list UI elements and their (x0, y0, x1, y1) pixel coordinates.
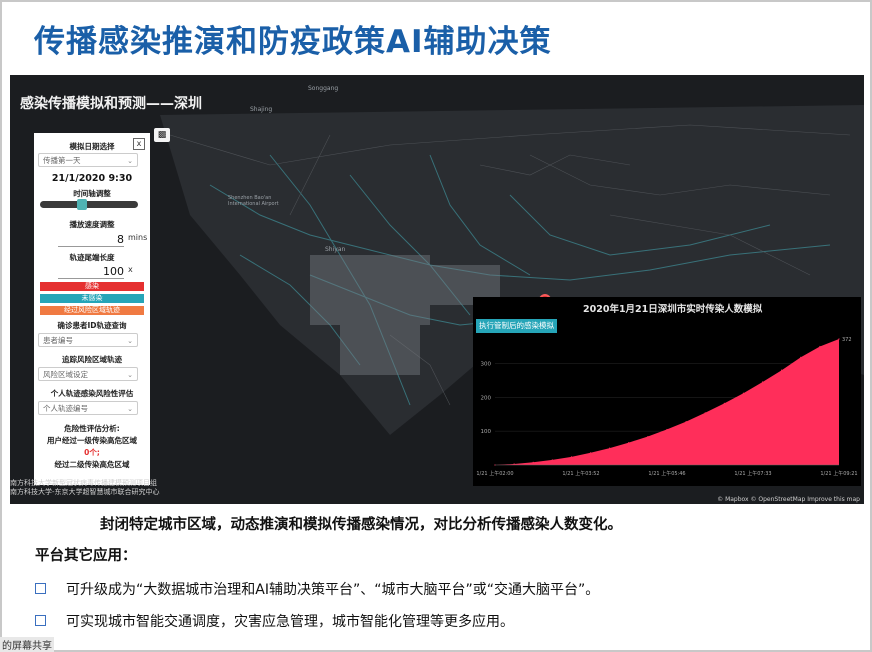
camera-icon[interactable]: ▩ (154, 128, 170, 142)
map-title: 感染传播模拟和预测——深圳 (20, 96, 202, 112)
trail-input-row: 100 x (34, 265, 150, 279)
map-view[interactable]: Shajing Songgang Shiyan Shenzhen Bao'an … (10, 75, 864, 504)
credit-line: 南方科技大学新型冠状病毒传播建模预测项目组 (10, 479, 157, 487)
trail-length-input[interactable]: 100 (58, 265, 124, 279)
presentation-slide: 传播感染推演和防疫政策AI辅助决策 Shajing Songgang Shiya… (0, 0, 872, 652)
y-tick-label: 300 (481, 361, 492, 367)
time-axis-slider[interactable] (40, 199, 138, 210)
patient-id-placeholder: 患者编号 (43, 336, 73, 345)
date-select-value: 传播第一天 (43, 156, 81, 165)
bullet-text: 可实现城市智能交通调度，灾害应急管理，城市智能化管理等更多应用。 (66, 614, 514, 630)
risk-track-label: 追踪风险区域轨迹 (62, 355, 122, 364)
chevron-down-icon: ⌄ (127, 337, 133, 345)
time-axis-label: 时间轴调整 (73, 189, 111, 198)
speed-input-row: 8 mins (34, 233, 150, 247)
control-panel: x 模拟日期选择 传播第一天 ⌄ 21/1/2020 9:30 时间轴调整 播放… (34, 133, 150, 485)
data-point (742, 392, 745, 394)
risk-area-placeholder: 风险区域设定 (43, 370, 88, 379)
speed-label: 播放速度调整 (69, 220, 115, 229)
bullet-icon (35, 615, 46, 626)
bullet-item: 可实现城市智能交通调度，灾害应急管理，城市智能化管理等更多应用。 (35, 611, 514, 631)
trail-unit: x (128, 265, 133, 274)
speed-unit: mins (128, 233, 148, 242)
risk-area-select[interactable]: 风险区域设定 ⌄ (38, 367, 138, 381)
data-point (513, 463, 515, 465)
x-tick-label: 1/21 上午09:21 (820, 470, 857, 477)
data-point (800, 356, 802, 358)
infection-chart: 2020年1月21日深圳市实时传染人数模拟 执行管制后的感染模拟 100 200 3… (473, 297, 861, 486)
place-label: Shiyan (325, 246, 346, 253)
data-point (685, 421, 687, 423)
slide-caption: 封闭特定城市区域，动态推演和模拟传播感染情况，对比分析传播感染人数变化。 (100, 517, 622, 533)
data-point (761, 381, 764, 383)
patient-id-select[interactable]: 患者编号 ⌄ (38, 333, 138, 347)
data-point (838, 338, 840, 340)
date-select[interactable]: 传播第一天 ⌄ (38, 153, 138, 167)
y-tick-label: 200 (481, 395, 492, 401)
slide-subheading: 平台其它应用： (35, 548, 137, 564)
data-point (819, 345, 821, 348)
infection-area-series (495, 339, 839, 465)
risk-analysis-label: 危险性评估分析: (64, 424, 120, 433)
y-tick-label: 100 (481, 429, 492, 435)
data-point (723, 402, 725, 404)
legend-uninfected: 未感染 (40, 294, 144, 303)
map-credits: 南方科技大学新型冠状病毒传播建模预测项目组 南方科技大学-东京大学超智慧城市联合… (10, 479, 160, 497)
patient-query-label: 确诊患者ID轨迹查询 (57, 321, 127, 330)
x-tick-label: 1/21 上午02:00 (476, 470, 513, 477)
date-select-label: 模拟日期选择 (69, 142, 115, 151)
data-point (570, 456, 573, 458)
airport-label: Shenzhen Bao'an International Airport (228, 195, 279, 207)
map-attribution: © Mapbox © OpenStreetMap Improve this ma… (717, 496, 860, 503)
data-point (781, 369, 783, 371)
data-point (589, 452, 592, 454)
data-point (704, 412, 706, 414)
bullet-item: 可升级成为“大数据城市治理和AI辅助决策平台”、“城市大脑平台”或“交通大脑平台… (35, 579, 599, 599)
place-label: Songgang (308, 85, 338, 92)
data-point (647, 435, 649, 438)
personal-track-select[interactable]: 个人轨迹编号 ⌄ (38, 401, 138, 415)
speed-input[interactable]: 8 (58, 233, 124, 247)
slide-title: 传播感染推演和防疫政策AI辅助决策 (34, 24, 552, 60)
legend-infected: 感染 (40, 282, 144, 291)
x-tick-label: 1/21 上午03:52 (562, 470, 599, 477)
trail-length-label: 轨迹尾端长度 (69, 253, 115, 262)
bullet-text: 可升级成为“大数据城市治理和AI辅助决策平台”、“城市大脑平台”或“交通大脑平台… (66, 582, 600, 598)
chevron-down-icon: ⌄ (127, 157, 133, 165)
credit-line: 南方科技大学-东京大学超智慧城市联合研究中心 (10, 488, 160, 496)
place-label: Shajing (250, 106, 272, 113)
data-point (628, 442, 630, 444)
data-point (532, 461, 534, 463)
second-level-label: 经过二级传染高危区域 (54, 460, 130, 469)
data-point (609, 447, 611, 449)
first-level-value: 0个; (84, 448, 100, 457)
personal-risk-label: 个人轨迹感染风险性评估 (50, 389, 134, 398)
chart-plot: 100 200 300 372 1/21 上午02:00 1/21 上午03:52 1/21… (476, 337, 857, 477)
bullet-icon (35, 583, 46, 594)
data-point (551, 459, 553, 461)
personal-track-placeholder: 个人轨迹编号 (43, 404, 88, 413)
screen-share-tag: 的屏幕共享 (0, 637, 54, 652)
chevron-down-icon: ⌄ (127, 405, 133, 413)
x-tick-label: 1/21 上午05:46 (648, 470, 685, 477)
data-point (666, 428, 668, 431)
slider-handle[interactable] (76, 199, 87, 210)
x-tick-label: 1/21 上午07:33 (734, 470, 771, 477)
max-value-label: 372 (842, 337, 852, 343)
legend-risk-trail: 经过风险区域轨迹 (40, 306, 144, 315)
first-level-label: 用户经过一级传染高危区域 (47, 436, 137, 445)
chevron-down-icon: ⌄ (127, 371, 133, 379)
current-datetime: 21/1/2020 9:30 (51, 173, 133, 184)
